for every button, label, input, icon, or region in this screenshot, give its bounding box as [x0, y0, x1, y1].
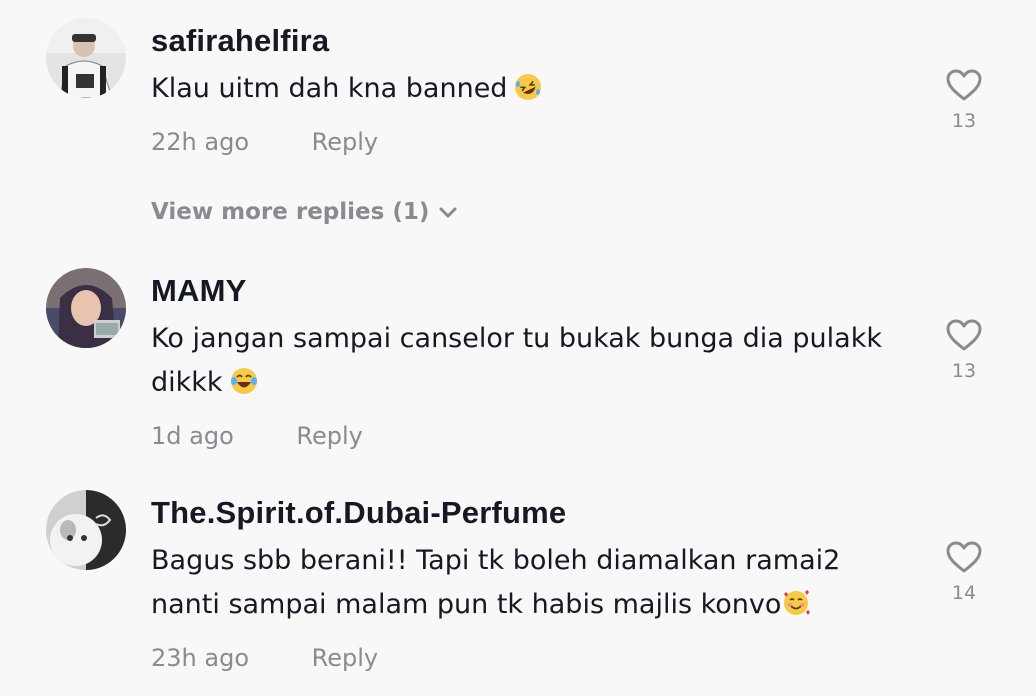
view-more-replies-button[interactable]: View more replies (1) [151, 199, 457, 225]
heart-icon [946, 319, 982, 351]
heart-icon [946, 541, 982, 573]
chevron-down-icon [439, 207, 457, 217]
comment-meta: 22h ago Reply [151, 128, 378, 156]
avatar[interactable] [46, 18, 126, 98]
comment-username[interactable]: safirahelfira [151, 23, 329, 59]
like-count: 13 [951, 360, 977, 382]
comment-username[interactable]: MAMY [151, 273, 247, 309]
comment-text: Ko jangan sampai canselor tu bukak bunga… [151, 317, 921, 405]
comment-text-body: Klau uitm dah kna banned [151, 73, 508, 104]
avatar[interactable] [46, 268, 126, 348]
comment-text-line: nanti sampai malam pun tk habis majlis k… [151, 583, 921, 627]
comment-text-line-2: nanti sampai malam pun tk habis majlis k… [151, 589, 782, 620]
like-button[interactable]: 13 [942, 318, 986, 382]
comment-meta: 1d ago Reply [151, 422, 363, 450]
like-button[interactable]: 14 [942, 540, 986, 604]
rolling-on-floor-laughing-icon [513, 72, 543, 102]
comment-timestamp: 23h ago [151, 644, 250, 672]
comment-text-line: Bagus sbb berani!! Tapi tk boleh diamalk… [151, 545, 841, 576]
comments-list: safirahelfira Klau uitm dah kna banned 2… [0, 0, 1036, 696]
heart-icon [946, 69, 982, 101]
like-button[interactable]: 13 [942, 68, 986, 132]
comment-text: Klau uitm dah kna banned [151, 67, 921, 111]
reply-button[interactable]: Reply [296, 422, 362, 450]
comment-text-line-2: dikkk [151, 367, 223, 398]
like-count: 13 [951, 110, 977, 132]
comment-meta: 23h ago Reply [151, 644, 378, 672]
avatar[interactable] [46, 490, 126, 570]
reply-button[interactable]: Reply [312, 644, 378, 672]
comment-text-line: dikkk [151, 361, 921, 405]
comment-text: Bagus sbb berani!! Tapi tk boleh diamalk… [151, 539, 921, 627]
smiling-face-with-hearts-icon [781, 588, 811, 618]
reply-button[interactable]: Reply [312, 128, 378, 156]
comment-text-line: Ko jangan sampai canselor tu bukak bunga… [151, 323, 882, 354]
comment-timestamp: 1d ago [151, 422, 234, 450]
comment-username[interactable]: The.Spirit.of.Dubai-Perfume [151, 495, 566, 531]
like-count: 14 [951, 582, 977, 604]
comment-timestamp: 22h ago [151, 128, 250, 156]
face-with-tears-of-joy-icon [229, 366, 259, 396]
view-more-replies-label: View more replies (1) [151, 199, 430, 225]
